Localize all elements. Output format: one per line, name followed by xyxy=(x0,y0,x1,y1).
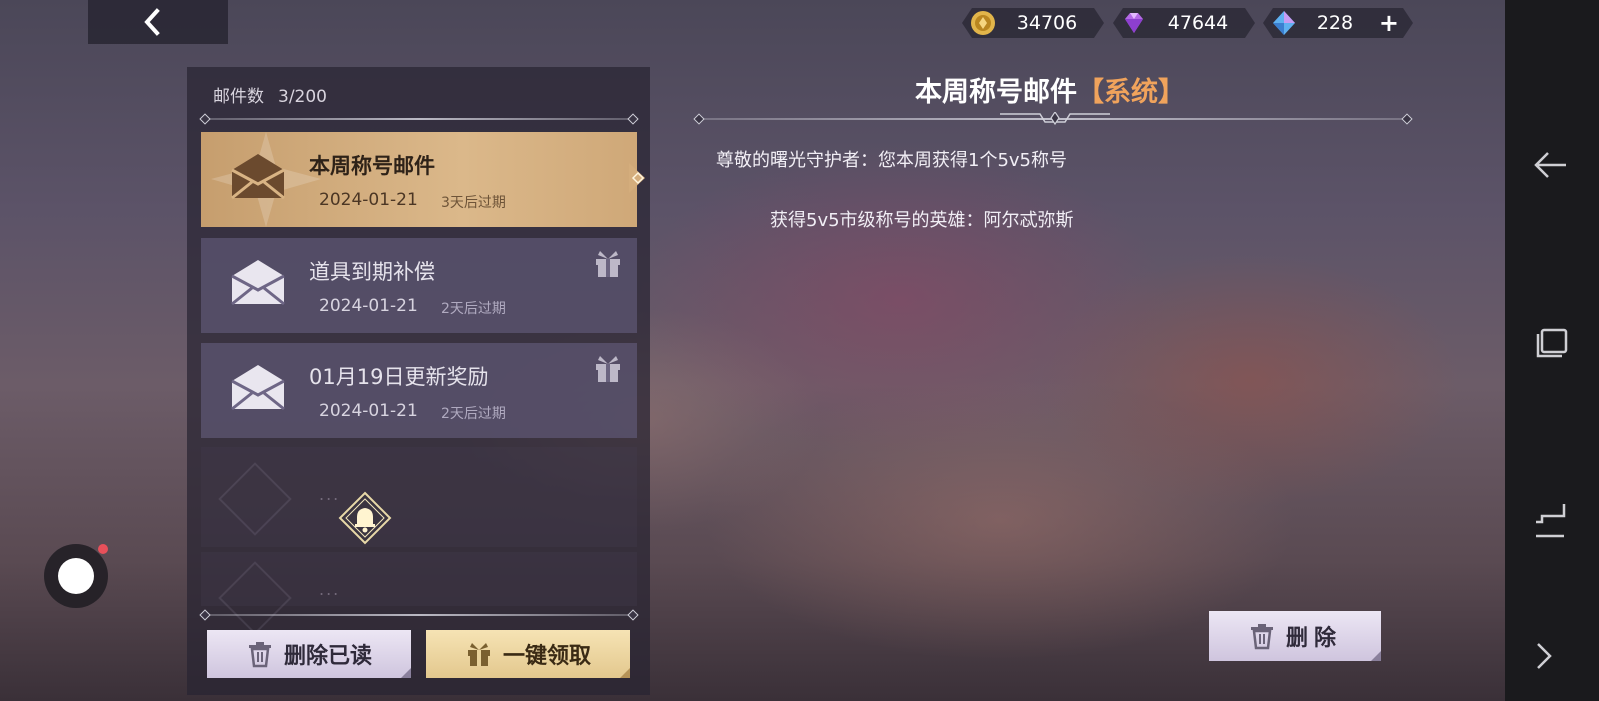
add-crystal-button[interactable]: + xyxy=(1379,9,1399,37)
delete-read-button[interactable]: 删除已读 xyxy=(207,630,411,678)
gift-icon xyxy=(467,643,490,666)
delete-mail-button[interactable]: 删除 xyxy=(1209,611,1381,661)
mail-title: 本周称号邮件 xyxy=(309,154,435,178)
envelope-icon xyxy=(231,154,285,200)
corner-decoration xyxy=(620,668,630,678)
gift-icon xyxy=(596,251,620,277)
delete-read-label: 删除已读 xyxy=(283,644,372,669)
recent-apps-icon[interactable] xyxy=(1530,322,1574,366)
back-button[interactable] xyxy=(88,0,228,44)
mail-date: 2024-01-21 xyxy=(319,190,418,210)
record-icon xyxy=(58,558,94,594)
mail-date: 2024-01-21 xyxy=(319,401,418,421)
empty-mail-slot: ... xyxy=(201,447,637,547)
mail-body-line: 尊敬的曙光守护者：您本周获得1个5v5称号 xyxy=(716,150,1068,171)
mail-detail-title: 本周称号邮件【系统】 xyxy=(690,70,1410,109)
blue-crystal-counter: 228 + xyxy=(1263,8,1413,38)
divider-ornament-icon xyxy=(1000,112,1110,126)
placeholder-dots: ... xyxy=(319,580,341,599)
trash-icon xyxy=(1250,624,1273,650)
mail-date: 2024-01-21 xyxy=(319,296,418,316)
mail-title: 01月19日更新奖励 xyxy=(309,365,489,389)
mail-title: 道具到期补偿 xyxy=(309,260,435,284)
mail-item[interactable]: 道具到期补偿 2024-01-21 2天后过期 xyxy=(201,238,637,333)
envelope-icon xyxy=(231,365,285,411)
purple-diamond-value: 47644 xyxy=(1167,12,1229,34)
mail-item[interactable]: 本周称号邮件 2024-01-21 3天后过期 xyxy=(201,132,637,227)
selection-pointer-icon xyxy=(629,163,645,193)
purple-diamond-icon xyxy=(1121,10,1147,36)
gift-icon xyxy=(596,356,620,382)
recording-indicator xyxy=(98,544,108,554)
blue-crystal-icon xyxy=(1271,10,1297,36)
screen-record-button[interactable] xyxy=(44,544,108,608)
mail-expiry: 3天后过期 xyxy=(441,195,506,211)
claim-all-button[interactable]: 一键领取 xyxy=(426,630,630,678)
mail-expiry: 2天后过期 xyxy=(441,301,506,317)
home-switch-icon[interactable] xyxy=(1530,498,1574,542)
mail-item[interactable]: 01月19日更新奖励 2024-01-21 2天后过期 xyxy=(201,343,637,438)
bell-icon[interactable] xyxy=(338,491,392,545)
purple-diamond-counter: 47644 xyxy=(1113,8,1255,38)
blue-crystal-value: 228 xyxy=(1316,12,1354,34)
list-bottom-divider xyxy=(205,614,633,616)
back-arrow-icon[interactable] xyxy=(1530,143,1574,187)
mail-detail-tag: 【系统】 xyxy=(1077,77,1185,108)
chevron-left-icon xyxy=(144,8,160,36)
trash-icon xyxy=(248,642,271,668)
claim-all-label: 一键领取 xyxy=(502,644,591,669)
gold-coin-counter: 34706 xyxy=(962,8,1104,38)
gold-coin-value: 34706 xyxy=(1016,12,1078,34)
mail-count-label: 邮件数 xyxy=(213,87,264,107)
list-top-divider xyxy=(205,118,633,120)
mail-detail-title-text: 本周称号邮件 xyxy=(915,77,1077,108)
mail-count-value: 3/200 xyxy=(278,87,327,107)
corner-decoration xyxy=(1371,651,1381,661)
delete-mail-label: 删除 xyxy=(1285,626,1342,651)
chevron-right-icon[interactable] xyxy=(1530,634,1560,678)
corner-decoration xyxy=(401,668,411,678)
mail-body-line: 获得5v5市级称号的英雄：阿尔忒弥斯 xyxy=(770,210,1074,231)
envelope-icon xyxy=(231,260,285,306)
mail-count: 邮件数 3/200 xyxy=(213,82,341,107)
gold-coin-icon xyxy=(970,10,996,36)
placeholder-diamond xyxy=(218,462,292,536)
empty-mail-slot: ... xyxy=(201,552,637,635)
mail-expiry: 2天后过期 xyxy=(441,406,506,422)
